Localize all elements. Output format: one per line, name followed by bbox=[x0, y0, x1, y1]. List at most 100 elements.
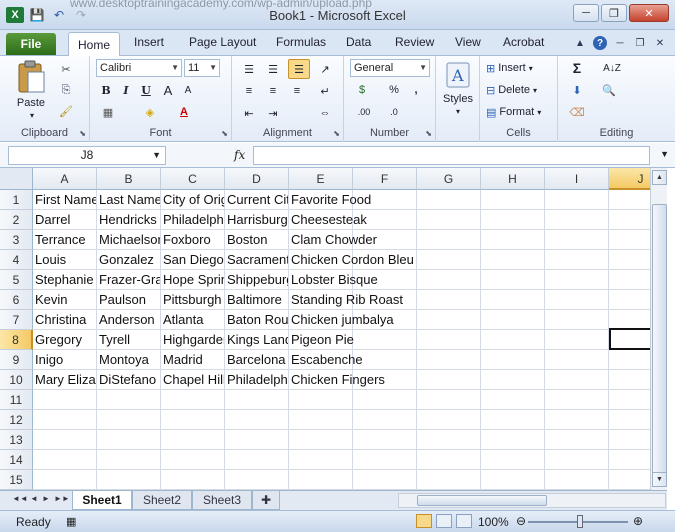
cell-h12[interactable] bbox=[481, 410, 545, 430]
clear-icon[interactable]: ⌫ bbox=[566, 104, 588, 120]
cell-f8[interactable] bbox=[353, 330, 417, 350]
cell-h3[interactable] bbox=[481, 230, 545, 250]
accounting-format-icon[interactable]: $ bbox=[352, 82, 372, 98]
row-header-11[interactable]: 11 bbox=[0, 390, 33, 410]
increase-indent-icon[interactable]: ⇥ bbox=[264, 104, 282, 122]
cell-i12[interactable] bbox=[545, 410, 609, 430]
font-size-box[interactable]: 11 ▼ bbox=[184, 59, 220, 77]
merge-center-icon[interactable]: ⇔ bbox=[316, 104, 334, 122]
cell-d15[interactable] bbox=[225, 470, 289, 490]
cell-i9[interactable] bbox=[545, 350, 609, 370]
align-right-icon[interactable]: ≡ bbox=[288, 82, 306, 100]
cell-g1[interactable] bbox=[417, 190, 481, 210]
cell-i4[interactable] bbox=[545, 250, 609, 270]
wrap-text-icon[interactable]: ↵ bbox=[316, 82, 334, 100]
cell-a9[interactable]: Inigo bbox=[33, 350, 97, 370]
help-icon[interactable]: ? bbox=[593, 36, 607, 50]
cell-c12[interactable] bbox=[161, 410, 225, 430]
cell-i7[interactable] bbox=[545, 310, 609, 330]
cell-e9[interactable]: Escabenche bbox=[289, 350, 363, 370]
cell-j10[interactable] bbox=[609, 370, 650, 390]
column-header-d[interactable]: D bbox=[225, 168, 289, 190]
tab-file[interactable]: File bbox=[6, 33, 56, 55]
row-header-2[interactable]: 2 bbox=[0, 210, 33, 230]
workbook-restore-icon[interactable]: ❐ bbox=[633, 36, 647, 50]
cell-g6[interactable] bbox=[417, 290, 481, 310]
cell-a3[interactable]: Terrance bbox=[33, 230, 97, 250]
tab-page-layout[interactable]: Page Layout bbox=[189, 35, 256, 49]
cell-d6[interactable]: Baltimore bbox=[225, 290, 289, 310]
cell-b14[interactable] bbox=[97, 450, 161, 470]
cell-j7[interactable] bbox=[609, 310, 650, 330]
horizontal-scrollbar[interactable] bbox=[398, 493, 666, 508]
fill-icon[interactable]: ⬇ bbox=[566, 82, 588, 98]
last-sheet-icon[interactable]: ►► bbox=[54, 494, 70, 503]
increase-decimal-icon[interactable]: .00 bbox=[352, 104, 376, 120]
macro-record-icon[interactable]: ▦ bbox=[66, 515, 76, 528]
borders-icon[interactable]: ▦ bbox=[98, 104, 118, 120]
zoom-level[interactable]: 100% bbox=[478, 515, 509, 529]
cell-c3[interactable]: Foxboro bbox=[161, 230, 225, 250]
cell-e5[interactable]: Lobster Bisque bbox=[289, 270, 378, 290]
cell-h15[interactable] bbox=[481, 470, 545, 490]
cell-d14[interactable] bbox=[225, 450, 289, 470]
horizontal-scroll-thumb[interactable] bbox=[417, 495, 547, 506]
cell-h5[interactable] bbox=[481, 270, 545, 290]
cell-c13[interactable] bbox=[161, 430, 225, 450]
cell-g14[interactable] bbox=[417, 450, 481, 470]
cell-f12[interactable] bbox=[353, 410, 417, 430]
cell-b7[interactable]: Anderson bbox=[97, 310, 161, 330]
grow-font-icon[interactable]: A bbox=[160, 82, 176, 98]
cell-h9[interactable] bbox=[481, 350, 545, 370]
fill-color-icon[interactable]: ◈ bbox=[140, 104, 160, 120]
cell-e7[interactable]: Chicken jumbalya bbox=[289, 310, 394, 330]
cell-e1[interactable]: Favorite Food bbox=[289, 190, 371, 210]
cell-b2[interactable]: Hendricks bbox=[97, 210, 161, 230]
cell-a7[interactable]: Christina bbox=[33, 310, 97, 330]
column-header-f[interactable]: F bbox=[353, 168, 417, 190]
cell-c14[interactable] bbox=[161, 450, 225, 470]
paste-icon[interactable] bbox=[14, 60, 48, 94]
sheet-tab-1[interactable]: Sheet1 bbox=[72, 491, 132, 510]
styles-icon[interactable]: A bbox=[444, 60, 472, 90]
decrease-decimal-icon[interactable]: .0 bbox=[382, 104, 406, 120]
cell-h13[interactable] bbox=[481, 430, 545, 450]
cell-g7[interactable] bbox=[417, 310, 481, 330]
cell-i11[interactable] bbox=[545, 390, 609, 410]
cell-d12[interactable] bbox=[225, 410, 289, 430]
cell-i5[interactable] bbox=[545, 270, 609, 290]
cell-e4[interactable]: Chicken Cordon Bleu bbox=[289, 250, 414, 270]
restore-button[interactable]: ❐ bbox=[601, 4, 627, 22]
cell-e8[interactable]: Pigeon Pie bbox=[289, 330, 354, 350]
sheet-tab-3[interactable]: Sheet3 bbox=[192, 491, 252, 510]
cell-a10[interactable]: Mary Elizabeth bbox=[33, 370, 97, 390]
cell-b4[interactable]: Gonzalez bbox=[97, 250, 161, 270]
paste-button[interactable]: Paste bbox=[10, 96, 52, 110]
cell-a8[interactable]: Gregory bbox=[33, 330, 97, 350]
cell-c9[interactable]: Madrid bbox=[161, 350, 225, 370]
cell-h8[interactable] bbox=[481, 330, 545, 350]
comma-style-icon[interactable]: , bbox=[408, 82, 424, 98]
format-cells-button[interactable]: ▤ Format ▾ bbox=[486, 104, 554, 120]
cell-c11[interactable] bbox=[161, 390, 225, 410]
name-box[interactable]: J8 ▼ bbox=[8, 146, 166, 165]
cell-a11[interactable] bbox=[33, 390, 97, 410]
insert-cells-button[interactable]: ⊞ Insert ▾ bbox=[486, 60, 554, 76]
copy-icon[interactable]: ⎘ bbox=[58, 82, 74, 98]
normal-view-icon[interactable] bbox=[416, 514, 432, 528]
row-header-7[interactable]: 7 bbox=[0, 310, 33, 330]
row-header-12[interactable]: 12 bbox=[0, 410, 33, 430]
insert-sheet-icon[interactable]: ✚ bbox=[252, 491, 280, 510]
cell-h4[interactable] bbox=[481, 250, 545, 270]
cell-h2[interactable] bbox=[481, 210, 545, 230]
align-left-icon[interactable]: ≡ bbox=[240, 82, 258, 100]
cell-g3[interactable] bbox=[417, 230, 481, 250]
cell-j14[interactable] bbox=[609, 450, 650, 470]
cell-j1[interactable] bbox=[609, 190, 650, 210]
cell-j13[interactable] bbox=[609, 430, 650, 450]
tab-formulas[interactable]: Formulas bbox=[276, 35, 326, 49]
tab-view[interactable]: View bbox=[455, 35, 481, 49]
cell-e3[interactable]: Clam Chowder bbox=[289, 230, 377, 250]
cell-c7[interactable]: Atlanta bbox=[161, 310, 225, 330]
expand-formula-icon[interactable]: ▼ bbox=[660, 149, 669, 159]
